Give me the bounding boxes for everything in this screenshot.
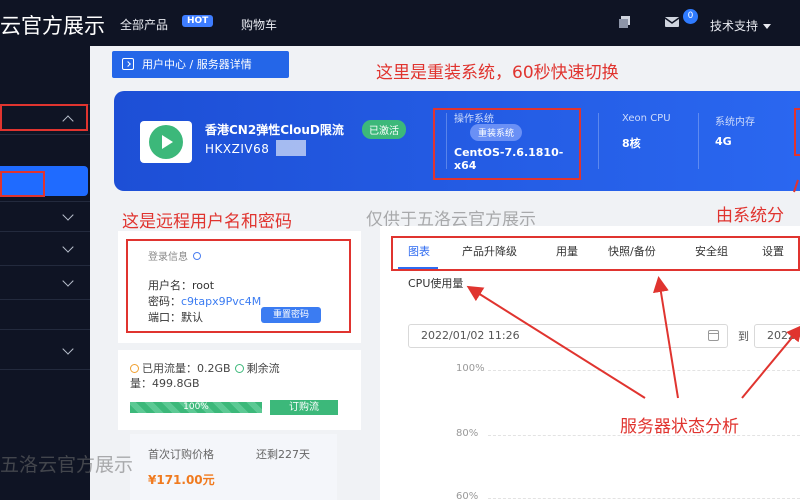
server-name: 香港CN2弹性ClouD限流 (205, 123, 344, 137)
redacted-mask (276, 140, 306, 156)
cpu-label: Xeon CPU (622, 113, 671, 124)
highlight-box-os (433, 108, 581, 180)
watermark-bottom-left: 五洛云官方展示 (0, 454, 134, 476)
message-count-badge: 0 (683, 9, 698, 24)
y-tick-label: 60% (456, 491, 479, 500)
grid-line (488, 370, 800, 371)
mail-icon[interactable] (664, 14, 680, 30)
memory-value: 4G (715, 135, 732, 148)
divider (598, 113, 599, 169)
annotation-system: 由系统分 (716, 206, 784, 226)
sidebar-item-1[interactable] (0, 134, 90, 164)
sidebar-group-3[interactable] (0, 231, 90, 265)
nav-cart[interactable]: 购物车 (241, 16, 277, 33)
server-thumbnail[interactable] (140, 121, 192, 163)
chevron-down-icon (62, 343, 74, 355)
exit-icon (122, 58, 134, 70)
annotation-reinstall: 这里是重装系统，60秒快速切换 (376, 63, 619, 83)
copy-icon[interactable] (617, 14, 633, 30)
highlight-box-sidebar-group (0, 104, 88, 131)
cpu-usage-title: CPU使用量 (408, 277, 464, 290)
brand-logo[interactable]: 云官方展示 (0, 10, 105, 40)
billing-panel: 首次订购价格 还剩227天 ¥171.00元 (130, 434, 337, 500)
y-tick-label: 100% (456, 363, 485, 374)
cpu-value: 8核 (622, 137, 641, 150)
date-range-separator: 到 (738, 330, 749, 343)
chevron-down-icon (62, 241, 74, 253)
highlight-box-login (126, 239, 351, 333)
progress-text: 100% (183, 402, 209, 412)
chevron-down-icon (62, 209, 74, 221)
play-icon (149, 125, 183, 159)
annotation-status: 服务器状态分析 (620, 417, 739, 437)
traffic-progress-bar: 100% (130, 402, 262, 413)
breadcrumb-label: 用户中心 / 服务器详情 (142, 58, 252, 71)
traffic-remaining-value: 量：499.8GB (130, 377, 200, 390)
chevron-down-icon (763, 24, 772, 29)
breadcrumb[interactable]: 用户中心 / 服务器详情 (112, 51, 289, 78)
circle-icon (130, 364, 139, 373)
sidebar-group-5[interactable] (0, 329, 90, 369)
highlight-box-sidebar-item (0, 171, 45, 197)
annotation-credentials: 这是远程用户名和密码 (122, 212, 292, 232)
days-left: 还剩227天 (256, 448, 310, 461)
chevron-down-icon (62, 275, 74, 287)
price-value: ¥171.00元 (148, 473, 215, 487)
traffic-used-row: 已用流量：0.2GB 剩余流 (130, 360, 280, 376)
end-date-input[interactable]: 2022/0 (754, 324, 800, 348)
traffic-used: 已用流量：0.2GB (142, 362, 231, 375)
order-traffic-button[interactable]: 订购流 (270, 400, 338, 415)
sidebar-group-2[interactable] (0, 201, 90, 231)
calendar-icon[interactable] (708, 330, 719, 341)
nav-all-products[interactable]: 全部产品 (120, 16, 168, 33)
first-order-label: 首次订购价格 (148, 448, 214, 461)
top-navigation-bar: 云官方展示 全部产品 HOT 购物车 0 技术支持 (0, 0, 800, 46)
traffic-panel: 已用流量：0.2GB 剩余流 量：499.8GB 100% 订购流 (118, 350, 361, 430)
highlight-box-tabs (391, 236, 800, 271)
support-menu[interactable]: 技术支持 (710, 17, 772, 34)
sidebar-group-4[interactable] (0, 265, 90, 299)
highlight-box-spec (794, 108, 800, 156)
traffic-remaining-label: 剩余流 (246, 362, 280, 375)
grid-line (488, 498, 800, 499)
memory-label: 系统内存 (715, 117, 755, 128)
start-date-input[interactable]: 2022/01/02 11:26 (408, 324, 728, 348)
sidebar-item-2[interactable] (0, 299, 90, 329)
support-label: 技术支持 (710, 19, 759, 33)
server-id: HKXZIV68 (205, 142, 270, 156)
divider (698, 113, 699, 169)
hot-badge: HOT (182, 15, 214, 27)
circle-icon (234, 364, 244, 373)
sidebar-item-3[interactable] (0, 369, 90, 409)
status-badge: 已激活 (362, 120, 406, 139)
y-tick-label: 80% (456, 428, 479, 439)
